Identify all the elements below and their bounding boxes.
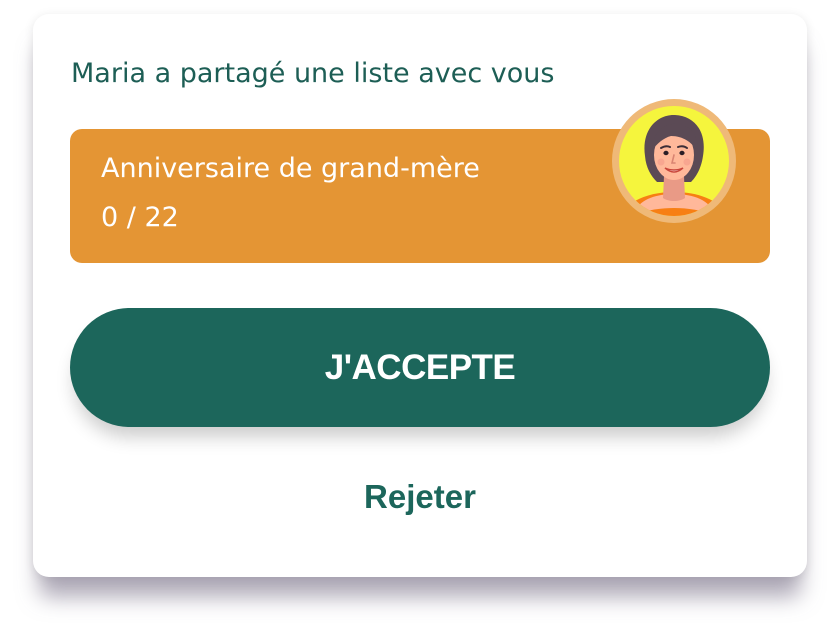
- avatar: [611, 98, 737, 224]
- share-invitation-dialog: Maria a partagé une liste avec vous Anni…: [33, 14, 807, 577]
- list-title: Anniversaire de grand-mère: [101, 153, 480, 184]
- share-message: Maria a partagé une liste avec vous: [71, 58, 555, 89]
- woman-avatar-icon: [612, 99, 736, 223]
- list-progress-count: 0 / 22: [101, 202, 179, 233]
- reject-button[interactable]: Rejeter: [320, 469, 520, 525]
- accept-button[interactable]: J'ACCEPTE: [70, 308, 770, 427]
